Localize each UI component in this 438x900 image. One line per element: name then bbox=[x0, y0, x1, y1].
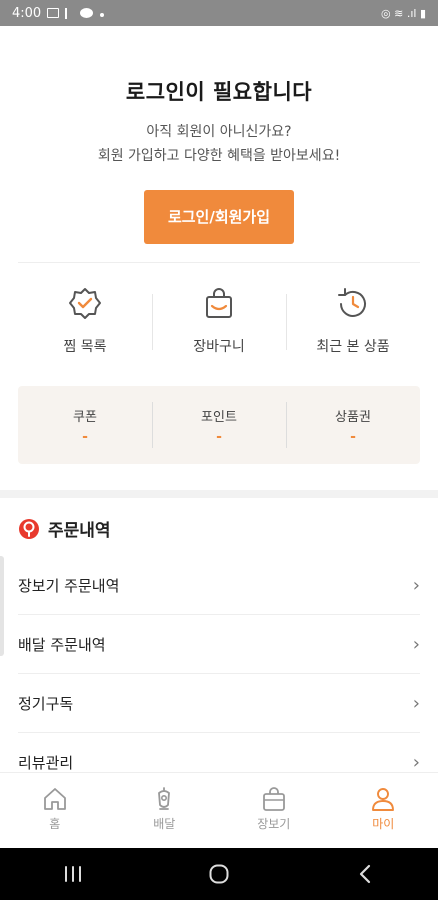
menu-item-label: 배달 주문내역 bbox=[18, 635, 106, 654]
quick-link-label: 최근 본 상품 bbox=[316, 339, 390, 355]
shopping-icon bbox=[262, 787, 285, 811]
gift-card-label: 상품권 bbox=[335, 410, 371, 425]
home-circle-icon bbox=[209, 864, 229, 884]
coupon-summary[interactable]: 쿠폰 - bbox=[18, 386, 152, 464]
tab-my[interactable]: 마이 bbox=[329, 773, 438, 848]
tab-delivery[interactable]: 배달 bbox=[110, 773, 220, 848]
chevron-right-icon: › bbox=[412, 633, 420, 655]
history-clock-icon bbox=[338, 288, 366, 317]
menu-item-label: 리뷰관리 bbox=[18, 754, 74, 772]
tab-label: 마이 bbox=[372, 817, 395, 831]
tab-home[interactable]: 홈 bbox=[0, 773, 110, 848]
home-icon bbox=[43, 788, 66, 810]
shopping-bag-icon bbox=[206, 288, 232, 318]
tab-shopping[interactable]: 장보기 bbox=[219, 773, 329, 848]
login-subtitle-line1: 아직 회원이 아니신가요? bbox=[146, 124, 292, 140]
orders-menu: 장보기 주문내역 › 배달 주문내역 › 정기구독 › 리뷰관리 › bbox=[18, 556, 420, 792]
chevron-right-icon: › bbox=[412, 692, 420, 714]
tab-label: 배달 bbox=[153, 817, 176, 831]
image-notification-icon bbox=[47, 8, 60, 18]
back-button[interactable] bbox=[335, 854, 395, 894]
tab-label: 홈 bbox=[49, 817, 61, 831]
bottom-tab-bar: 홈 배달 장보기 마이 bbox=[0, 772, 438, 848]
delivery-icon bbox=[158, 787, 171, 810]
login-required-title: 로그인이 필요합니다 bbox=[125, 80, 313, 104]
status-time: 4:00 bbox=[12, 5, 42, 21]
tab-label: 장보기 bbox=[257, 817, 291, 831]
coupon-label: 쿠폰 bbox=[73, 410, 97, 425]
more-notifications-icon bbox=[99, 6, 105, 21]
flag-notification-icon bbox=[65, 7, 74, 19]
quick-link-wishlist[interactable]: 찜 목록 bbox=[18, 280, 152, 370]
menu-item-label: 정기구독 bbox=[18, 694, 74, 713]
chevron-right-icon: › bbox=[412, 574, 420, 596]
menu-item-grocery-orders[interactable]: 장보기 주문내역 › bbox=[18, 556, 420, 615]
point-value: - bbox=[216, 429, 222, 445]
menu-item-delivery-orders[interactable]: 배달 주문내역 › bbox=[18, 615, 420, 674]
chevron-right-icon: › bbox=[412, 752, 420, 773]
recents-icon bbox=[65, 866, 81, 882]
section-divider bbox=[0, 490, 438, 498]
user-icon bbox=[372, 788, 395, 811]
login-signup-button[interactable]: 로그인/회원가입 bbox=[144, 190, 294, 244]
login-subtitle-line2: 회원 가입하고 다양한 혜택을 받아보세요! bbox=[97, 148, 341, 164]
home-button[interactable] bbox=[189, 854, 249, 894]
quick-link-recent[interactable]: 최근 본 상품 bbox=[286, 280, 420, 370]
orders-title: 주문내역 bbox=[48, 521, 111, 541]
login-subtitle: 아직 회원이 아니신가요? 회원 가입하고 다양한 혜택을 받아보세요! bbox=[0, 120, 438, 168]
status-bar: 4:00 ◎ ≋ .ıl ▮ bbox=[0, 0, 438, 26]
quick-link-label: 장바구니 bbox=[193, 339, 245, 355]
quick-links: 찜 목록 장바구니 최근 본 상품 bbox=[18, 280, 420, 370]
coupon-value: - bbox=[82, 429, 88, 445]
login-hero: 로그인이 필요합니다 아직 회원이 아니신가요? 회원 가입하고 다양한 혜택을… bbox=[0, 26, 438, 244]
badge-check-icon bbox=[69, 288, 101, 319]
gift-card-summary[interactable]: 상품권 - bbox=[286, 386, 420, 464]
menu-item-subscription[interactable]: 정기구독 › bbox=[18, 674, 420, 733]
quick-link-cart[interactable]: 장바구니 bbox=[152, 280, 286, 370]
system-nav-bar bbox=[0, 848, 438, 900]
message-notification-icon bbox=[80, 8, 94, 18]
orders-section-header: 주문내역 bbox=[18, 516, 111, 541]
back-icon bbox=[359, 864, 371, 884]
divider bbox=[18, 262, 420, 263]
gift-card-value: - bbox=[350, 429, 356, 445]
recents-button[interactable] bbox=[43, 854, 103, 894]
quick-link-label: 찜 목록 bbox=[63, 339, 107, 355]
edge-handle[interactable] bbox=[0, 556, 4, 656]
point-summary[interactable]: 포인트 - bbox=[152, 386, 286, 464]
status-icons: ◎ ≋ .ıl ▮ bbox=[381, 6, 426, 20]
order-history-icon bbox=[19, 518, 39, 539]
point-label: 포인트 bbox=[201, 410, 237, 425]
menu-item-label: 장보기 주문내역 bbox=[18, 576, 120, 595]
benefits-panel: 쿠폰 - 포인트 - 상품권 - bbox=[18, 386, 420, 464]
